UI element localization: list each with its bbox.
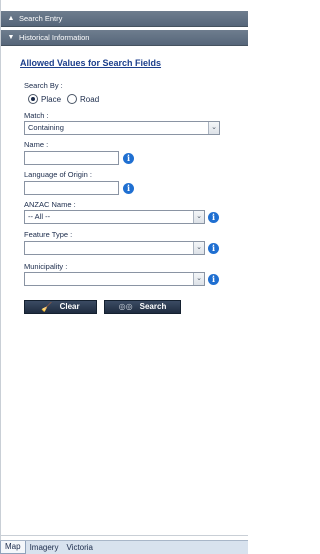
search-entry-label: Search Entry	[19, 14, 63, 23]
info-icon[interactable]: i	[208, 212, 219, 223]
municipality-label: Municipality :	[24, 262, 68, 271]
road-radio-label: Road	[80, 94, 100, 104]
info-icon[interactable]: i	[208, 243, 219, 254]
chevron-up-icon: ▲	[7, 15, 15, 22]
search-entry-panel-header[interactable]: ▲ Search Entry	[1, 11, 248, 27]
anzac-name-label: ANZAC Name :	[24, 200, 76, 209]
historical-information-label: Historical Information	[19, 33, 90, 42]
panel-divider	[1, 535, 248, 536]
place-radio[interactable]	[28, 94, 38, 104]
dropdown-arrow-icon[interactable]: ⌄	[208, 122, 219, 134]
anzac-name-select[interactable]: -- All -- ⌄	[24, 210, 205, 224]
search-by-radio-group: Place Road	[28, 93, 99, 105]
binoculars-icon: ◎◎	[118, 302, 133, 311]
chevron-down-icon: ▼	[7, 34, 15, 41]
match-select[interactable]: Containing ⌄	[24, 121, 220, 135]
info-icon[interactable]: i	[123, 183, 134, 194]
match-select-value: Containing	[28, 123, 64, 132]
dropdown-arrow-icon[interactable]: ⌄	[193, 211, 204, 223]
search-button-label: Search	[139, 302, 167, 311]
map-tab-bar: Map Imagery Victoria	[0, 540, 248, 554]
tab-victoria[interactable]: Victoria	[62, 541, 97, 554]
match-label: Match :	[24, 111, 49, 120]
info-icon[interactable]: i	[208, 274, 219, 285]
search-button[interactable]: ◎◎ Search	[104, 300, 181, 314]
tab-map[interactable]: Map	[0, 541, 26, 554]
historical-information-panel-header[interactable]: ▼ Historical Information	[1, 30, 248, 46]
allowed-values-link[interactable]: Allowed Values for Search Fields	[20, 58, 161, 68]
dropdown-arrow-icon[interactable]: ⌄	[193, 273, 204, 285]
info-icon[interactable]: i	[123, 153, 134, 164]
clear-button[interactable]: 🧹 Clear	[24, 300, 97, 314]
feature-type-select[interactable]: ⌄	[24, 241, 205, 255]
broom-icon: 🧹	[41, 302, 53, 312]
tab-imagery[interactable]: Imagery	[26, 541, 63, 554]
search-by-label: Search By :	[24, 81, 63, 90]
language-of-origin-input[interactable]	[24, 181, 119, 195]
dropdown-arrow-icon[interactable]: ⌄	[193, 242, 204, 254]
feature-type-label: Feature Type :	[24, 230, 73, 239]
name-input[interactable]	[24, 151, 119, 165]
municipality-select[interactable]: ⌄	[24, 272, 205, 286]
name-label: Name :	[24, 140, 49, 149]
clear-button-label: Clear	[59, 302, 80, 311]
anzac-name-select-value: -- All --	[28, 212, 51, 221]
road-radio[interactable]	[67, 94, 78, 104]
place-radio-label: Place	[41, 94, 62, 104]
language-of-origin-label: Language of Origin :	[24, 170, 92, 179]
